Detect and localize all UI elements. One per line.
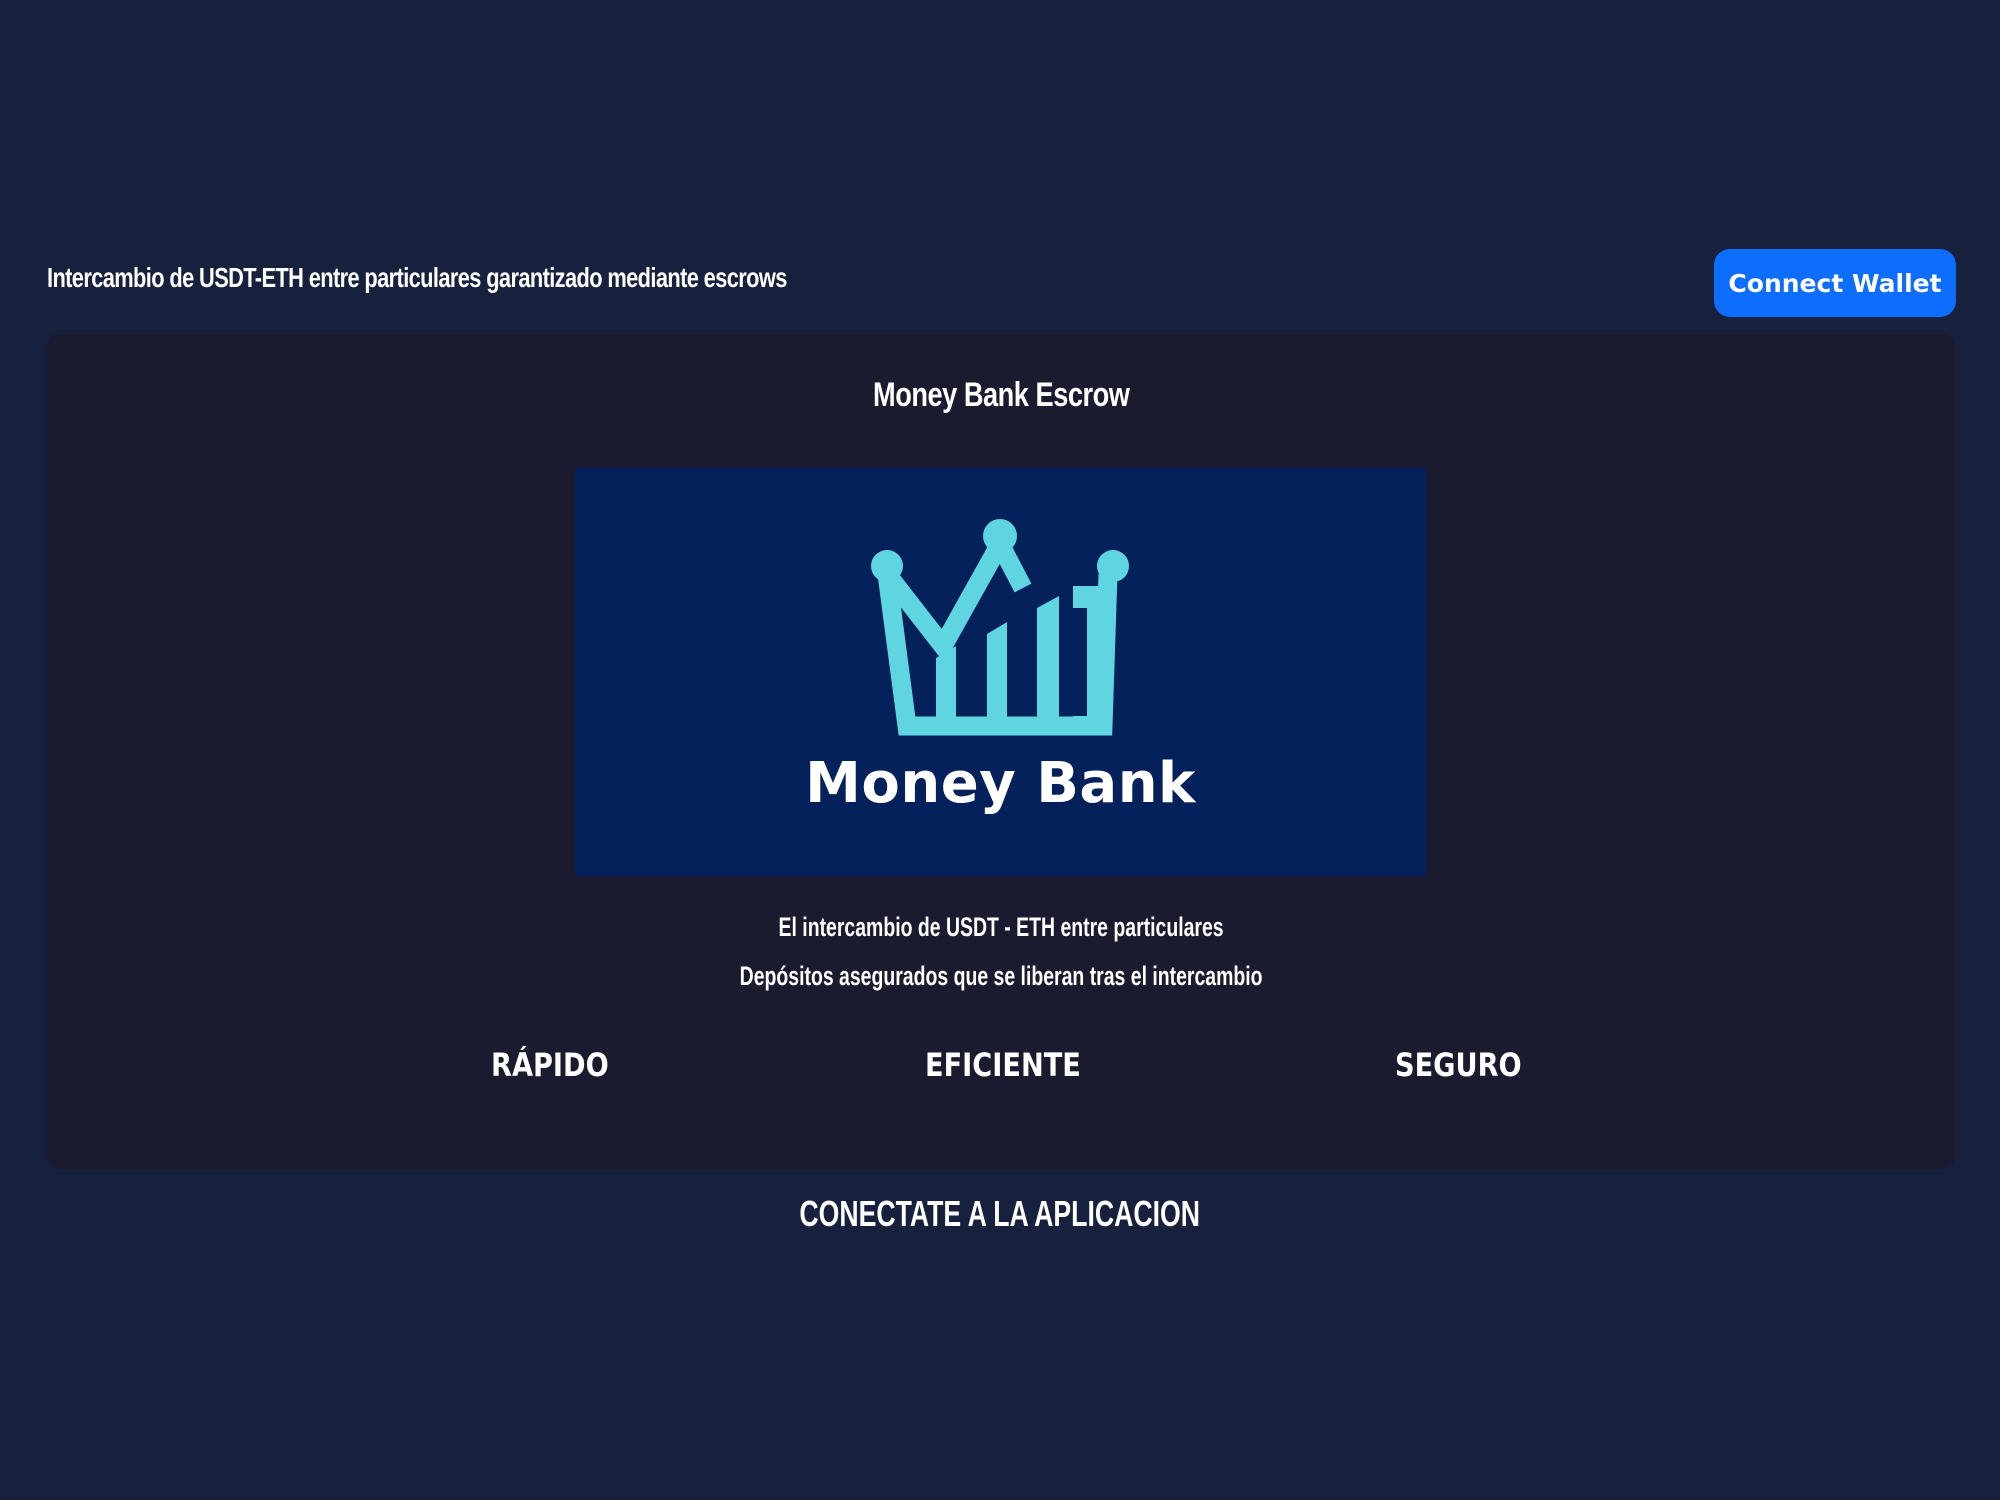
description-line-2: Depósitos asegurados que se liberan tras…: [47, 961, 1955, 992]
feature-seguro: SEGURO: [1395, 1046, 1522, 1084]
money-bank-logo: Money Bank: [575, 468, 1426, 876]
connect-hint: CONECTATE A LA APLICACION: [0, 1193, 2000, 1235]
description-line-2-text: Depósitos asegurados que se liberan tras…: [739, 961, 1263, 991]
feature-rapido: RÁPIDO: [491, 1046, 609, 1084]
description-line-1-text: El intercambio de USDT - ETH entre parti…: [778, 912, 1224, 942]
connect-wallet-button[interactable]: Connect Wallet: [1714, 249, 1956, 317]
header-tagline: Intercambio de USDT-ETH entre particular…: [47, 262, 787, 293]
card-title-text: Money Bank Escrow: [872, 376, 1130, 414]
connect-hint-text: CONECTATE A LA APLICACION: [799, 1193, 1201, 1234]
card-title: Money Bank Escrow: [47, 376, 1955, 415]
logo-text: Money Bank: [805, 751, 1196, 816]
escrow-card: Money Bank Escrow Money Bank El intercam…: [47, 334, 1955, 1169]
description-line-1: El intercambio de USDT - ETH entre parti…: [47, 912, 1955, 943]
feature-eficiente: EFICIENTE: [925, 1046, 1081, 1084]
